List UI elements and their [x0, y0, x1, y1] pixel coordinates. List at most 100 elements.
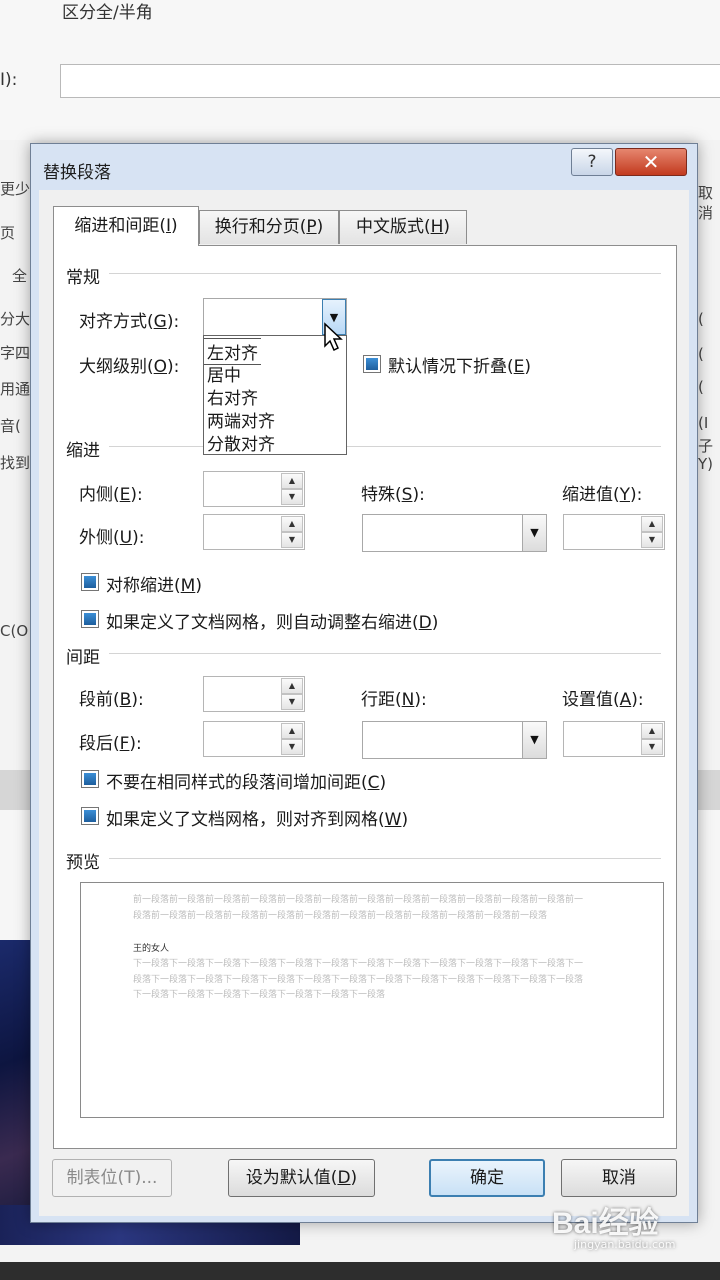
tab-indent-spacing[interactable]: 缩进和间距(I): [53, 206, 199, 246]
line-spacing-combobox[interactable]: ▼: [362, 721, 547, 759]
mirror-indent-label: 对称缩进(M): [106, 576, 202, 596]
indent-value-label: 缩进值(Y):: [562, 485, 643, 505]
background-text: (: [698, 310, 704, 328]
background-text: 音(: [0, 417, 21, 435]
spin-down-icon[interactable]: ▼: [281, 532, 303, 548]
background-right-strip: 取 消 ( ( ( (I 子 Y): [698, 170, 720, 473]
spacing-section-title: 间距: [66, 648, 100, 668]
preview-current-paragraph: 王的女人: [133, 944, 170, 954]
inside-indent-label: 内侧(E):: [79, 485, 143, 505]
spacing-at-spinner[interactable]: ▲ ▼: [563, 721, 665, 757]
section-divider: [109, 273, 661, 274]
tab-label: 缩进和间距(: [74, 216, 166, 236]
preview-pane: 前一段落前一段落前一段落前一段落前一段落前一段落前一段落前一段落前一段落前一段落…: [80, 882, 664, 1118]
background-text: 用通: [0, 380, 31, 398]
background-text: (: [698, 345, 704, 363]
background-text: 字四: [0, 344, 31, 362]
background-text: C(O: [0, 622, 29, 640]
cancel-button[interactable]: 取消: [561, 1159, 677, 1197]
auto-adjust-indent-label: 如果定义了文档网格，则自动调整右缩进(D): [106, 613, 439, 633]
outside-indent-spinner[interactable]: ▲ ▼: [203, 514, 305, 550]
no-space-same-style-checkbox[interactable]: [81, 770, 99, 788]
ok-button[interactable]: 确定: [429, 1159, 545, 1197]
background-window: 区分全/半角 I):: [0, 0, 720, 140]
mouse-cursor-icon: [324, 322, 343, 352]
background-text: 更少: [0, 180, 31, 198]
mirror-indent-checkbox[interactable]: [81, 573, 99, 591]
spin-down-icon[interactable]: ▼: [281, 739, 303, 755]
background-text: Y): [698, 455, 714, 473]
space-before-spinner[interactable]: ▲ ▼: [203, 676, 305, 712]
snap-to-grid-checkbox[interactable]: [81, 807, 99, 825]
tab-accelerator: P: [306, 217, 317, 237]
background-text: 取: [698, 184, 714, 202]
tabs-button[interactable]: 制表位(T)...: [52, 1159, 172, 1197]
no-space-same-style-label: 不要在相同样式的段落间增加间距(C): [106, 773, 387, 793]
indent-section-title: 缩进: [66, 441, 100, 461]
tab-label-tail: ): [171, 216, 178, 236]
alignment-option-justify[interactable]: 两端对齐: [207, 407, 275, 432]
tab-label-tail: ): [316, 217, 324, 237]
section-divider: [109, 653, 661, 654]
alignment-option-center[interactable]: 居中: [207, 361, 241, 386]
close-button[interactable]: ✕: [615, 148, 687, 176]
section-divider: [109, 446, 661, 447]
spin-up-icon[interactable]: ▲: [281, 723, 303, 739]
preview-section-title: 预览: [66, 853, 100, 873]
outline-level-label: 大纲级别(O):: [79, 357, 180, 377]
spacing-at-label: 设置值(A):: [562, 690, 644, 710]
background-text: 分大: [0, 310, 31, 328]
background-text: (I: [698, 414, 709, 432]
tab-line-page-breaks[interactable]: 换行和分页(P): [199, 210, 339, 244]
collapse-checkbox[interactable]: [363, 355, 381, 373]
dialog-titlebar[interactable]: 替换段落 ? ✕: [31, 144, 697, 190]
help-button[interactable]: ?: [571, 148, 613, 176]
chevron-down-icon[interactable]: ▼: [522, 722, 546, 758]
set-default-button[interactable]: 设为默认值(D): [228, 1159, 375, 1197]
background-text: 全: [12, 267, 28, 285]
space-after-spinner[interactable]: ▲ ▼: [203, 721, 305, 757]
auto-adjust-indent-checkbox[interactable]: [81, 610, 99, 628]
preview-next-paragraph: 下一段落下一段落下一段落下一段落下一段落下一段落下一段落下一段落下一段落下一段落…: [133, 959, 584, 1000]
background-field-label: I):: [0, 70, 18, 90]
background-text: 找到: [0, 454, 31, 472]
spin-down-icon[interactable]: ▼: [281, 489, 303, 505]
alignment-label: 对齐方式(G):: [79, 312, 180, 332]
baidu-jingyan-watermark: Bai经验 jingyan.baidu.com: [552, 1198, 712, 1268]
line-spacing-label: 行距(N):: [361, 690, 427, 710]
alignment-option-right[interactable]: 右对齐: [207, 384, 258, 409]
special-label: 特殊(S):: [361, 485, 425, 505]
spin-up-icon[interactable]: ▲: [281, 516, 303, 532]
space-before-label: 段前(B):: [79, 690, 144, 710]
background-text: 页: [0, 224, 16, 242]
tab-label-tail: ): [443, 217, 451, 237]
spin-up-icon[interactable]: ▲: [641, 516, 663, 532]
inside-indent-spinner[interactable]: ▲ ▼: [203, 471, 305, 507]
tab-label: 换行和分页(: [214, 217, 307, 237]
background-left-strip: 更少 页 全 分大 字四 用通 音( 找到 C(O: [0, 170, 30, 690]
special-indent-combobox[interactable]: ▼: [362, 514, 547, 552]
background-text: 子: [698, 437, 714, 455]
tab-asian-typography[interactable]: 中文版式(H): [339, 210, 467, 244]
spin-down-icon[interactable]: ▼: [281, 694, 303, 710]
background-text: 消: [698, 204, 714, 222]
chevron-down-icon[interactable]: ▼: [522, 515, 546, 551]
spin-up-icon[interactable]: ▲: [281, 678, 303, 694]
background-option-label: 区分全/半角: [62, 3, 153, 23]
outside-indent-label: 外侧(U):: [79, 528, 145, 548]
spin-down-icon[interactable]: ▼: [641, 532, 663, 548]
preview-previous-paragraph: 前一段落前一段落前一段落前一段落前一段落前一段落前一段落前一段落前一段落前一段落…: [133, 895, 584, 921]
alignment-option-distributed[interactable]: 分散对齐: [207, 430, 275, 455]
watermark-logo: Bai经验: [552, 1207, 659, 1240]
background-text: (: [698, 378, 704, 396]
watermark-url: jingyan.baidu.com: [574, 1238, 676, 1251]
spin-up-icon[interactable]: ▲: [281, 473, 303, 489]
background-input[interactable]: [60, 64, 720, 98]
dialog-title: 替换段落: [43, 163, 111, 183]
tab-label: 中文版式(: [355, 217, 431, 237]
spin-down-icon[interactable]: ▼: [641, 739, 663, 755]
spin-up-icon[interactable]: ▲: [641, 723, 663, 739]
space-after-label: 段后(F):: [79, 734, 142, 754]
indent-value-spinner[interactable]: ▲ ▼: [563, 514, 665, 550]
general-section-title: 常规: [66, 268, 100, 288]
